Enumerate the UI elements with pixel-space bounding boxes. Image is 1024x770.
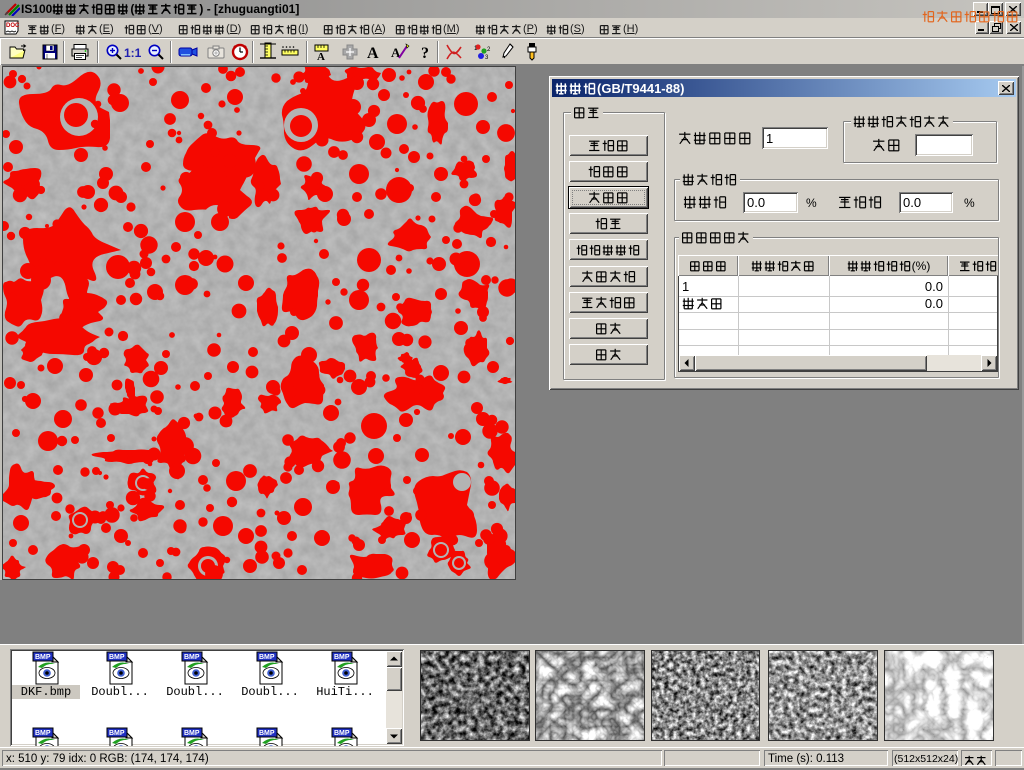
svg-text:1:1: 1:1 (124, 46, 142, 60)
svg-text:2: 2 (487, 47, 491, 53)
svg-text:BMP: BMP (109, 730, 125, 737)
svg-text:DOC: DOC (6, 23, 20, 29)
svg-text:BMP: BMP (334, 730, 350, 737)
svg-text:BMP: BMP (184, 654, 200, 661)
svg-text:BMP: BMP (35, 654, 51, 661)
svg-text:?: ? (421, 45, 429, 62)
svg-text:BMP: BMP (184, 730, 200, 737)
svg-text:BMP: BMP (109, 654, 125, 661)
svg-text:BMP: BMP (334, 654, 350, 661)
svg-text:A: A (317, 51, 325, 62)
svg-text:BMP: BMP (259, 654, 275, 661)
svg-text:BMP: BMP (259, 730, 275, 737)
svg-text:BMP: BMP (35, 730, 51, 737)
svg-text:3: 3 (485, 55, 489, 61)
svg-text:A: A (367, 45, 379, 62)
